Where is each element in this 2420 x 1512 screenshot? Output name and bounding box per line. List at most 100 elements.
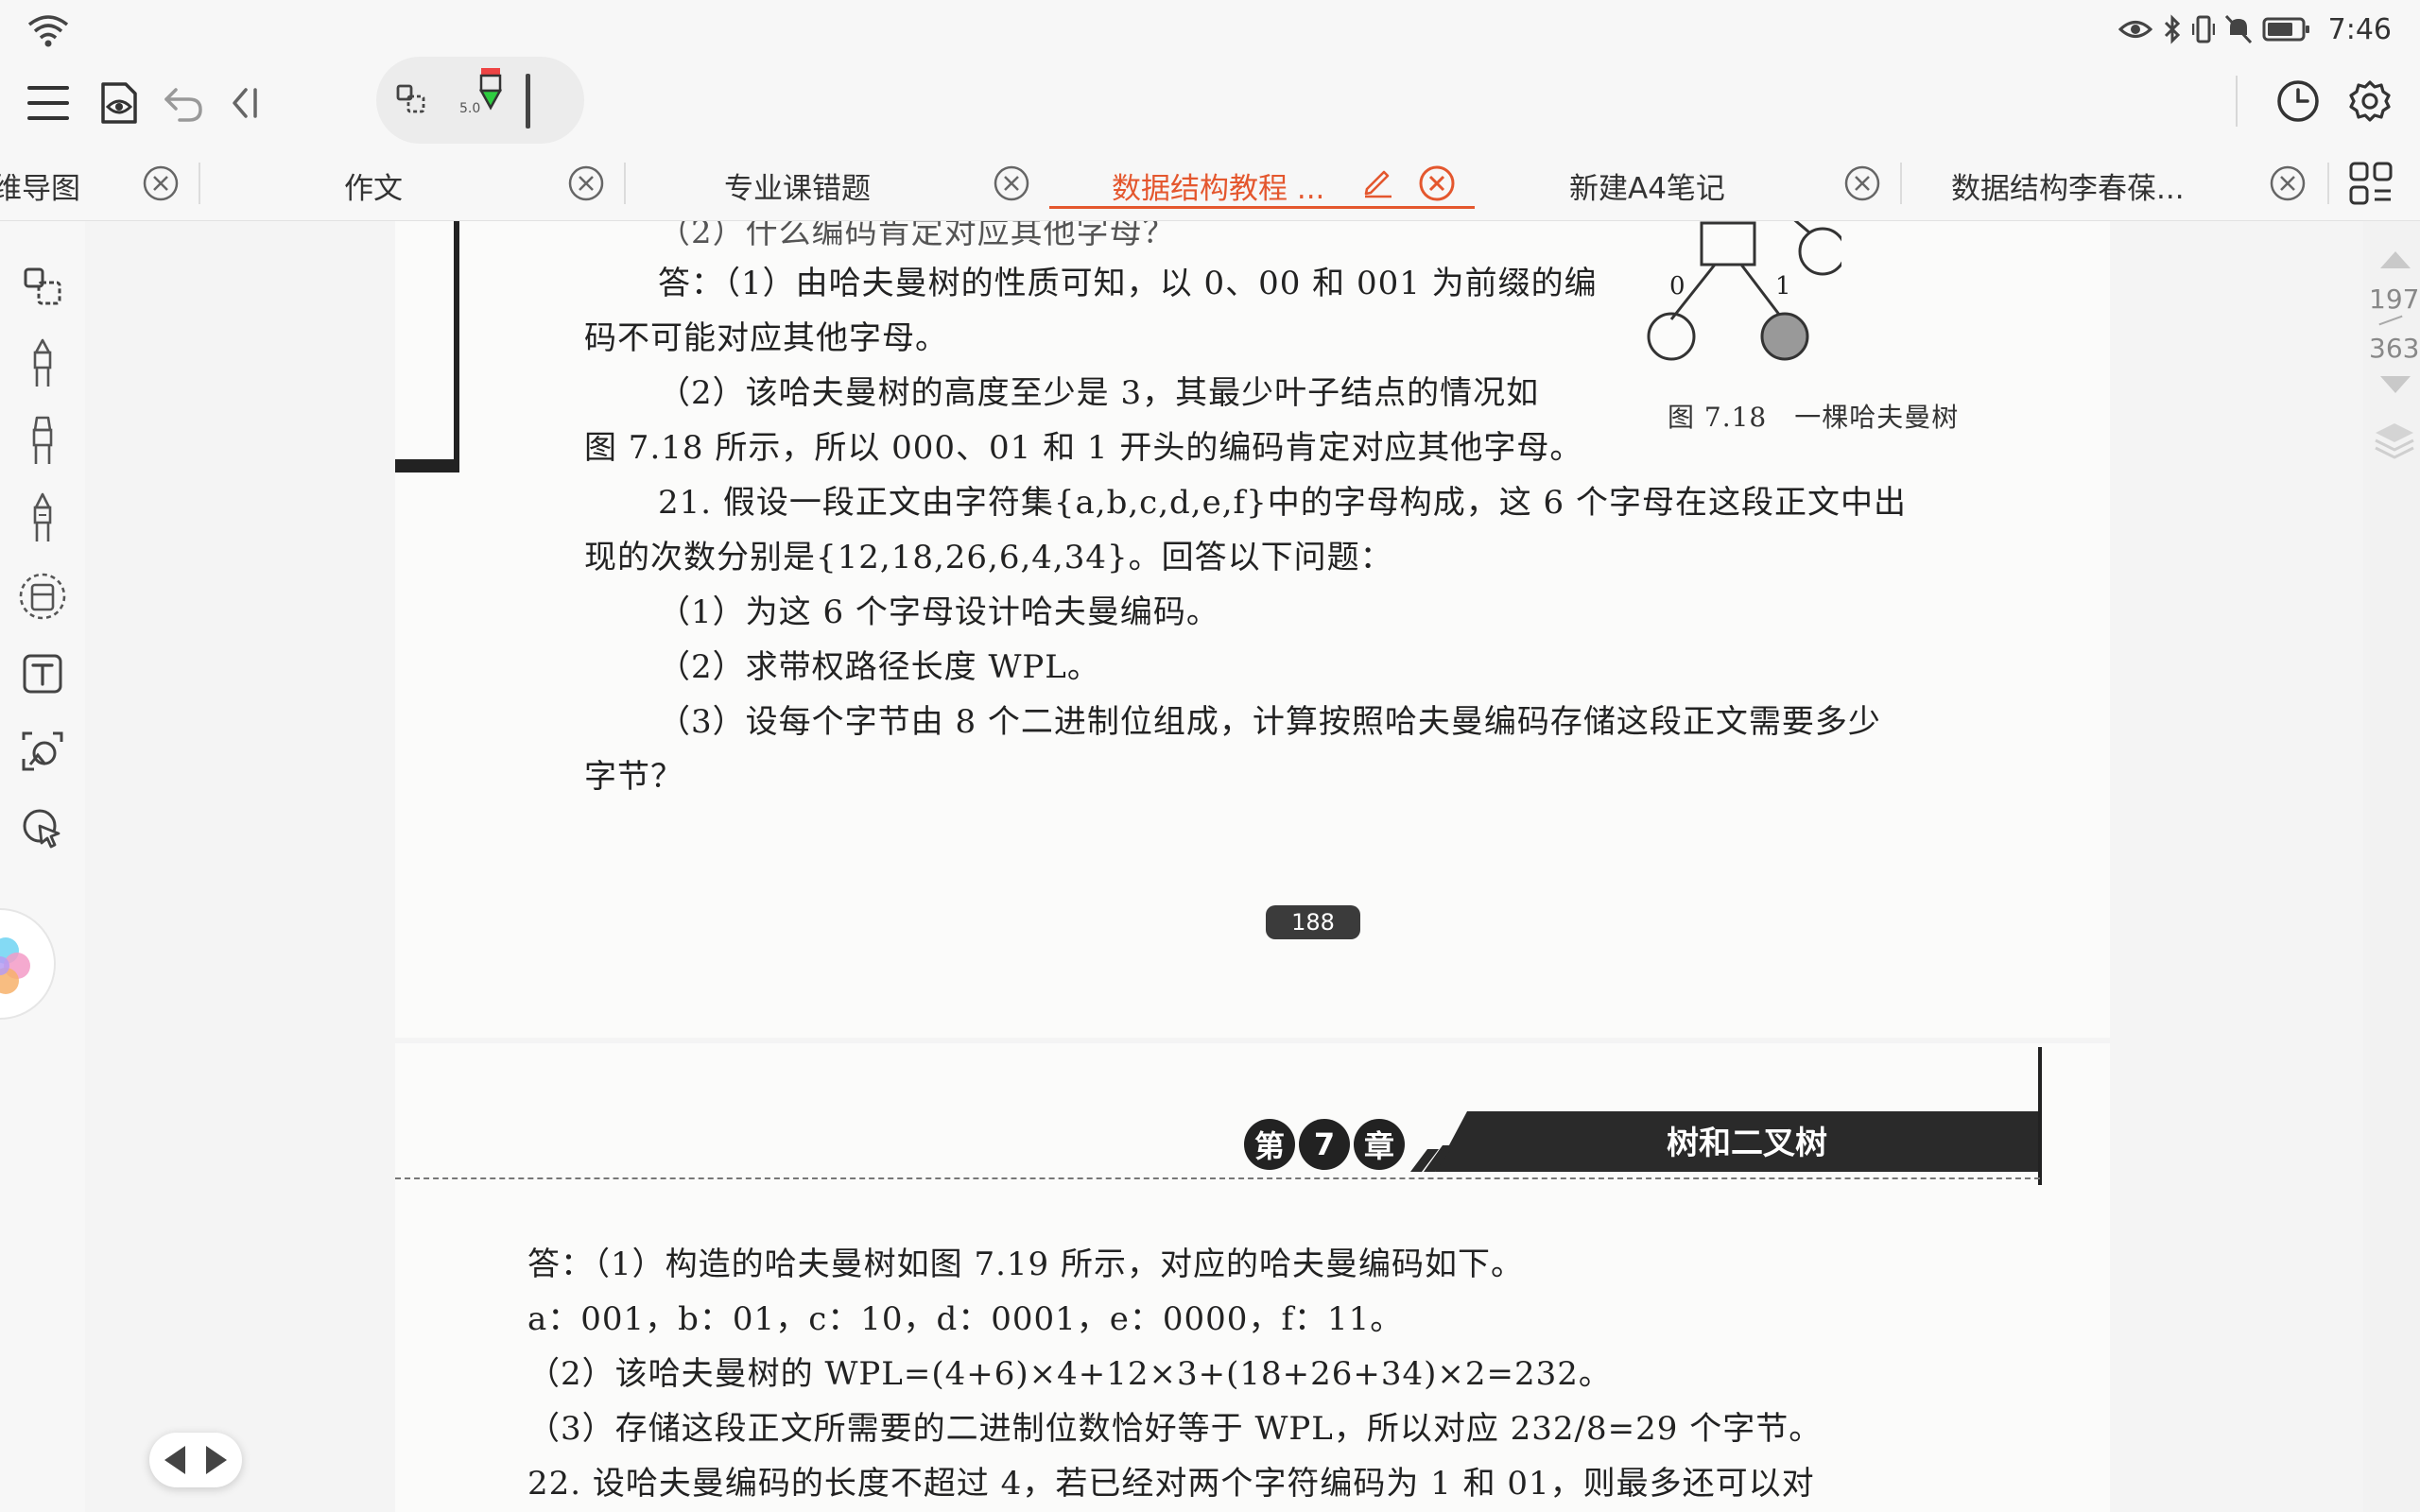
text-box-icon <box>23 654 62 694</box>
menu-button[interactable] <box>19 74 78 132</box>
battery-icon <box>2262 17 2309 42</box>
text-line: （3）设每个字节由 8 个二进制位组成，计算按照哈夫曼编码存储这段正文需要多少 <box>658 703 1881 741</box>
document-page-188[interactable]: （2）什么编码肯定对应其他字母？ 答：（1）由哈夫曼树的性质可知，以 0、00 … <box>395 221 2110 1038</box>
current-page-number: 197 <box>2369 284 2420 315</box>
pencil-tool-button[interactable] <box>15 491 70 546</box>
collapse-icon <box>233 88 257 118</box>
text-line: 字节？ <box>584 758 683 796</box>
figure-caption: 图 7.18 一棵哈夫曼树 <box>1668 402 1960 433</box>
text-line: 答：（1）构造的哈夫曼树如图 7.19 所示，对应的哈夫曼编码如下。 <box>527 1246 1524 1283</box>
text-line: 码不可能对应其他字母。 <box>584 319 948 357</box>
total-page-number: 363 <box>2369 333 2420 364</box>
page-edge-mark <box>454 221 459 465</box>
scroll-up-icon[interactable] <box>2377 240 2414 278</box>
chapter-badge-char: 章 <box>1354 1119 1405 1170</box>
eraser-icon <box>19 573 66 620</box>
pen-tool-button[interactable] <box>15 336 70 391</box>
wifi-icon <box>27 15 69 47</box>
lasso-tool-button[interactable] <box>15 259 70 314</box>
marker-tool-button[interactable] <box>15 414 70 469</box>
laser-pointer-button[interactable] <box>15 801 70 856</box>
tab-separator <box>2327 163 2329 204</box>
header-divider <box>395 1177 2040 1179</box>
pen-icon <box>33 338 52 387</box>
toolbar <box>0 59 2420 146</box>
tab-data-structure-li[interactable]: 数据结构李春葆... <box>1902 146 2327 221</box>
chapter-badge-char: 第 <box>1244 1119 1295 1170</box>
next-page-icon[interactable] <box>206 1446 227 1474</box>
left-tool-sidebar <box>0 221 85 1512</box>
chapter-title: 树和二叉树 <box>1667 1125 1827 1162</box>
status-time: 7:46 <box>2327 12 2392 46</box>
tab-major-mistakes[interactable]: 专业课错题 <box>626 146 1049 221</box>
page-fraction-divider <box>2378 315 2403 326</box>
edge-label: 0 <box>1669 272 1686 301</box>
tab-overview-icon[interactable] <box>2348 161 2394 206</box>
document-page-189[interactable]: 第 7 章 树和二叉树 答：（1）构造的哈夫曼树如图 7.19 所示，对应的哈夫… <box>395 1043 2110 1512</box>
pen-tool-widget[interactable] <box>376 57 584 144</box>
page-number-badge: 188 <box>1266 905 1360 939</box>
page-edge-mark <box>395 459 459 472</box>
menu-icon <box>27 86 69 120</box>
active-tab-underline <box>1049 206 1475 209</box>
text-line: 答：（1）由哈夫曼树的性质可知，以 0、00 和 001 为前缀的编 <box>658 265 1598 302</box>
layers-icon[interactable] <box>2373 420 2416 463</box>
text-tool-button[interactable] <box>15 646 70 701</box>
history-icon <box>2277 80 2319 122</box>
tab-mindmap[interactable]: 维导图 <box>0 146 199 221</box>
read-mode-button[interactable] <box>89 74 147 132</box>
text-line: （2）什么编码肯定对应其他字母？ <box>658 221 1176 251</box>
close-icon[interactable] <box>2269 164 2307 202</box>
laser-pointer-icon <box>23 809 60 849</box>
tab-data-structure-tutorial[interactable]: 数据结构教程 ... <box>1049 146 1475 221</box>
history-button[interactable] <box>2269 72 2327 130</box>
eye-icon <box>2118 21 2152 38</box>
vibrate-icon <box>2191 15 2215 43</box>
settings-icon <box>2349 80 2391 122</box>
color-palette-button[interactable] <box>0 907 59 1021</box>
edit-icon[interactable] <box>1361 164 1395 198</box>
close-icon[interactable] <box>142 164 180 202</box>
huffman-tree-figure <box>1647 221 1841 361</box>
undo-button[interactable] <box>154 74 213 132</box>
page-nav-control[interactable] <box>149 1433 242 1487</box>
text-line: （1）为这 6 个字母设计哈夫曼编码。 <box>658 593 1219 631</box>
scroll-down-icon[interactable] <box>2377 367 2414 404</box>
tab-essay[interactable]: 作文 <box>200 146 626 221</box>
lasso-icon <box>24 267 61 305</box>
image-shape-icon <box>22 731 63 771</box>
page-scroll-rail[interactable]: 197 363 <box>2363 221 2420 1512</box>
text-line: （2）求带权路径长度 WPL。 <box>658 648 1100 686</box>
image-tool-button[interactable] <box>15 724 70 779</box>
close-icon[interactable] <box>993 164 1030 202</box>
bluetooth-icon <box>2164 14 2180 44</box>
tab-bar: 维导图 作文 专业课错题 数据结构教程 ... 新建A4笔记 数据结构李春葆..… <box>0 146 2420 221</box>
undo-icon <box>164 88 202 122</box>
close-icon[interactable] <box>1418 164 1456 202</box>
text-line: 现的次数分别是{12,18,26,6,4,34}。回答以下问题： <box>584 539 1393 576</box>
text-line: 图 7.18 所示，所以 000、01 和 1 开头的编码肯定对应其他字母。 <box>584 429 1583 467</box>
text-line: 21. 假设一段正文由字符集{a,b,c,d,e,f}中的字母构成，这 6 个字… <box>658 484 1907 522</box>
toolbar-divider <box>2236 76 2238 127</box>
pen-icon[interactable] <box>476 66 505 117</box>
text-line: （2）该哈夫曼树的 WPL=(4+6)×4+12×3+(18+26+34)×2=… <box>527 1355 1612 1393</box>
pen-width-indicator <box>526 74 530 129</box>
text-line: （3）存储这段正文所需要的二进制位数恰好等于 WPL，所以对应 232/8=29… <box>527 1410 1823 1448</box>
lasso-icon[interactable] <box>395 83 427 115</box>
eye-document-icon <box>101 82 137 124</box>
pencil-icon <box>33 492 52 541</box>
marker-icon <box>32 416 53 464</box>
text-line: 22. 设哈夫曼编码的长度不超过 4，若已经对两个字符编码为 1 和 01，则最… <box>527 1465 1815 1503</box>
eraser-tool-button[interactable] <box>15 569 70 624</box>
settings-button[interactable] <box>2341 72 2399 130</box>
tab-new-a4-note[interactable]: 新建A4笔记 <box>1477 146 1900 221</box>
close-icon[interactable] <box>1843 164 1881 202</box>
status-bar: 7:46 <box>0 0 2420 59</box>
edge-label: 1 <box>1775 272 1792 301</box>
prev-page-icon[interactable] <box>164 1446 185 1474</box>
collapse-toolbar-button[interactable] <box>215 74 273 132</box>
text-line: （2）该哈夫曼树的高度至少是 3，其最少叶子结点的情况如 <box>658 374 1540 412</box>
chapter-badge-char: 7 <box>1299 1119 1350 1170</box>
close-icon[interactable] <box>567 164 605 202</box>
status-icons: 7:46 <box>2118 8 2392 51</box>
